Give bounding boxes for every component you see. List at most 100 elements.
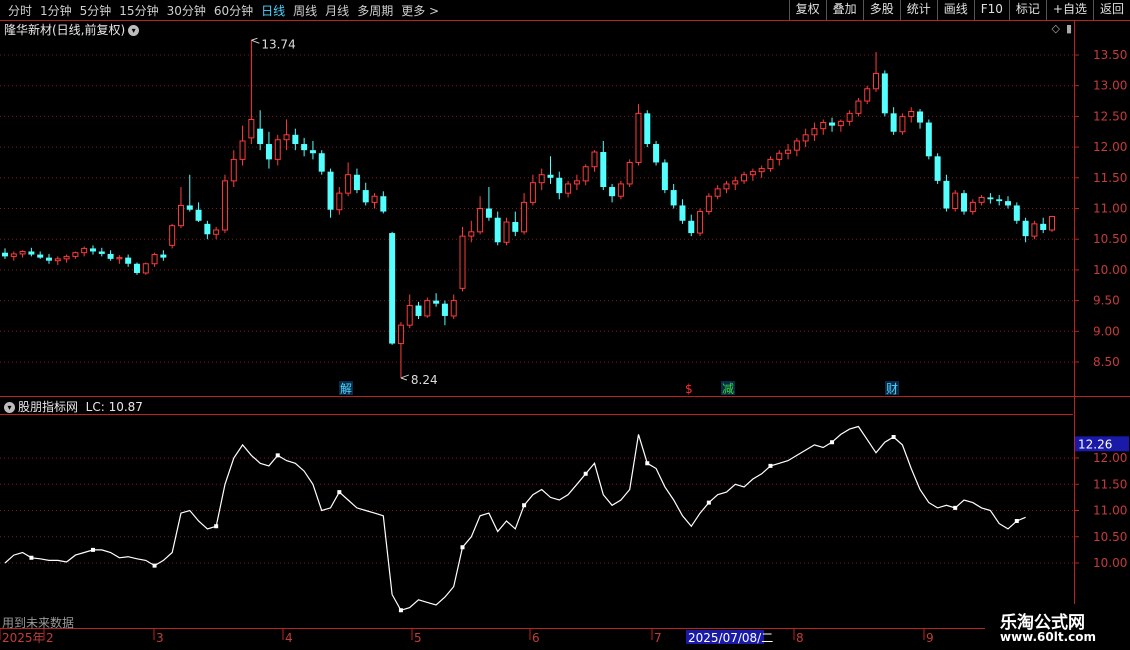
candle-body (142, 263, 149, 274)
indicator-point (337, 490, 342, 495)
future-data-note: 用到未来数据 (2, 616, 75, 630)
indicator-tick-label: 10.00 (1093, 556, 1127, 570)
candle-body (371, 195, 378, 203)
candle-body (292, 134, 299, 145)
candle-body (336, 192, 343, 211)
candle-body (28, 251, 35, 255)
candle-body (864, 88, 871, 102)
candle-body (881, 73, 888, 114)
candle-body (855, 100, 862, 114)
date-label: 5 (414, 631, 422, 645)
candle-body (644, 113, 651, 145)
indicator-tick-label: 10.50 (1093, 530, 1127, 544)
candle-body (63, 255, 70, 260)
candle-body (72, 252, 79, 257)
candle-body (996, 199, 1003, 202)
candle-body (345, 174, 352, 194)
candle-body (582, 166, 589, 182)
candle-body (213, 229, 220, 235)
indicator-line (4, 425, 1026, 612)
price-tick-label: 9.50 (1093, 294, 1120, 308)
date-label: 2 (46, 631, 54, 645)
candle-body (688, 220, 695, 234)
event-marker-0: 解 (339, 381, 353, 396)
indicator-point (645, 461, 650, 466)
candle-body (248, 118, 255, 139)
indicator-tick-label: 11.00 (1093, 504, 1127, 518)
candle-body (151, 254, 158, 265)
candle-body (908, 110, 915, 117)
price-tick-label: 13.50 (1093, 48, 1127, 62)
date-label: 4 (285, 631, 293, 645)
indicator-tick-label: 12.00 (1093, 451, 1127, 465)
candle-body (609, 187, 616, 197)
event-marker-text: 减 (722, 382, 734, 396)
indicator-point (29, 555, 34, 560)
price-tick-label: 12.00 (1093, 140, 1127, 154)
candle-body (195, 209, 202, 221)
candle-body (125, 257, 132, 264)
candle-body (468, 231, 475, 237)
candle-body (556, 177, 563, 194)
candle-body (978, 196, 985, 203)
candle-body (635, 112, 642, 163)
candle-body (617, 183, 624, 197)
candle-body (177, 204, 184, 227)
low-arrow (400, 374, 410, 381)
event-marker-2: 减 (721, 381, 735, 396)
candle-body (917, 111, 924, 123)
indicator-point (275, 453, 280, 458)
candle-body (934, 156, 941, 181)
candle-body (811, 128, 818, 136)
candle-body (1031, 223, 1038, 237)
candle-body (380, 196, 387, 212)
price-tick-label: 9.00 (1093, 324, 1120, 338)
candle-body (793, 140, 800, 151)
candle-body (732, 180, 739, 185)
candle-body (776, 152, 783, 160)
candle-body (353, 174, 360, 191)
kline-chart[interactable]: 13.50 13.00 12.50 12.00 11.50 11.00 10.50 10.00… (0, 0, 1130, 650)
price-tick-label: 10.50 (1093, 232, 1127, 246)
indicator-point (768, 463, 773, 468)
price-tick-label: 11.50 (1093, 171, 1127, 185)
candle-body (389, 233, 396, 344)
indicator-point (891, 435, 896, 439)
indicator-point (398, 608, 403, 613)
candle-body (45, 257, 52, 261)
candle-body (670, 190, 677, 206)
candle-body (301, 144, 308, 151)
candle-body (503, 221, 510, 243)
high-label: 13.74 (261, 37, 295, 51)
candle-body (1022, 220, 1029, 237)
candle-body (221, 180, 228, 231)
candle-body (230, 158, 237, 182)
indicator-point (953, 505, 958, 510)
candle-body (133, 263, 140, 273)
price-tick-label: 11.00 (1093, 202, 1127, 216)
event-marker-1: $ (685, 382, 693, 396)
candle-body (961, 193, 968, 212)
candle-body (714, 188, 721, 197)
candle-body (873, 72, 880, 90)
candle-body (820, 122, 827, 130)
candle-body (19, 250, 26, 255)
candle-body (547, 174, 554, 178)
candle-body (415, 305, 422, 316)
candle-body (318, 153, 325, 172)
candle-body (697, 211, 704, 234)
event-marker-text: 解 (340, 382, 352, 396)
price-tick-label: 13.00 (1093, 79, 1127, 93)
indicator-point (1014, 519, 1019, 523)
candle-body (274, 139, 281, 160)
indicator-tick-label: 11.50 (1093, 477, 1127, 491)
date-label: 8 (796, 631, 804, 645)
candle-body (925, 122, 932, 157)
candle-body (459, 235, 466, 289)
indicator-point (522, 503, 527, 508)
date-label: 9 (926, 631, 934, 645)
indicator-point (460, 545, 465, 550)
event-marker-text: 财 (886, 382, 898, 396)
candle-body (890, 113, 897, 132)
candle-body (160, 254, 167, 258)
